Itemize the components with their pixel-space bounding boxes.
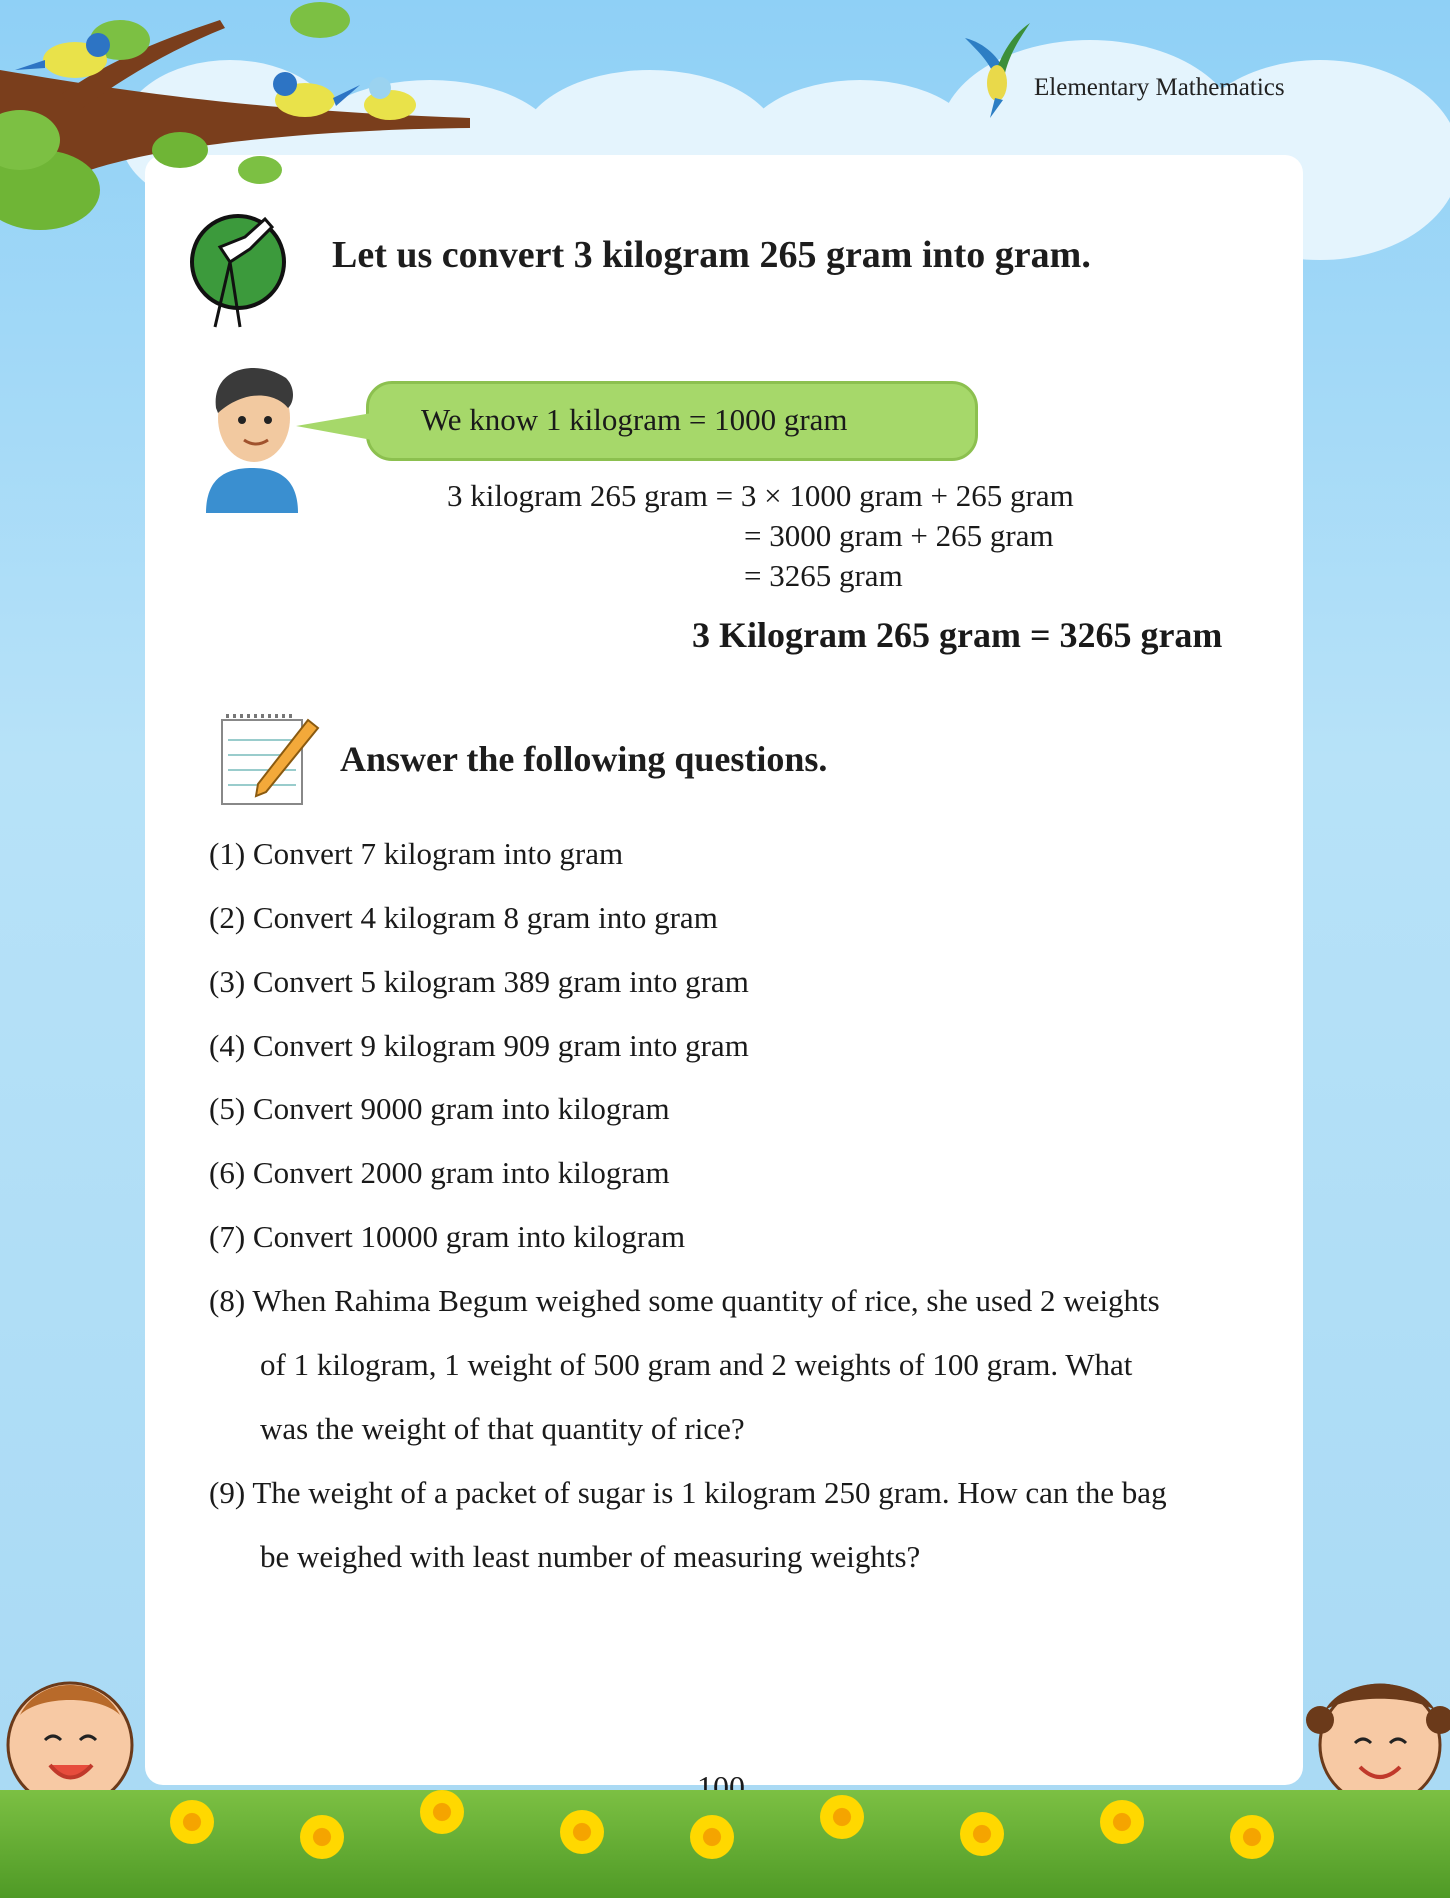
flower-icon [690,1815,734,1859]
flower-icon [560,1810,604,1854]
speech-bubble-text: We know 1 kilogram = 1000 gram [421,402,848,437]
flower-icon [960,1812,1004,1856]
flower-icon [820,1795,864,1839]
question-item-continued: of 1 kilogram, 1 weight of 500 gram and … [260,1347,1133,1382]
question-item: (2) Convert 4 kilogram 8 gram into gram [209,900,718,935]
flower-icon [1100,1800,1144,1844]
question-item: (6) Convert 2000 gram into kilogram [209,1155,670,1190]
question-item: (7) Convert 10000 gram into kilogram [209,1219,686,1254]
question-item-continued: was the weight of that quantity of rice? [260,1411,745,1446]
notepad-pencil-icon [221,714,320,805]
flying-bird-icon [965,23,1030,118]
question-item: (8) When Rahima Begum weighed some quant… [209,1283,1160,1318]
speech-bubble-tail [296,413,372,440]
speech-bubble: We know 1 kilogram = 1000 gram [366,381,978,461]
question-item: (4) Convert 9 kilogram 909 gram into gra… [209,1028,749,1063]
book-title: Elementary Mathematics [1034,74,1285,101]
question-item: (3) Convert 5 kilogram 389 gram into gra… [209,964,749,999]
question-item: (9) The weight of a packet of sugar is 1… [209,1475,1167,1510]
section-title: Let us convert 3 kilogram 265 gram into … [332,234,1091,276]
bird-icon [273,72,360,117]
flower-icon [300,1815,344,1859]
calc-line-2: = 3000 gram + 265 gram [744,518,1054,553]
compass-hand-icon [190,214,286,328]
bird-icon [364,77,416,120]
calc-line-3: = 3265 gram [744,558,903,593]
question-item: (5) Convert 9000 gram into kilogram [209,1091,670,1126]
section-title: Answer the following questions. [340,739,828,779]
boy-illustration [206,368,298,513]
question-item: (1) Convert 7 kilogram into gram [209,836,624,871]
flower-icon [170,1800,214,1844]
bird-icon [15,33,110,78]
calc-line-1: 3 kilogram 265 gram = 3 × 1000 gram + 26… [447,478,1074,513]
flower-icon [1230,1815,1274,1859]
conversion-result: 3 Kilogram 265 gram = 3265 gram [692,615,1223,655]
flower-icon [420,1790,464,1834]
question-item-continued: be weighed with least number of measurin… [260,1539,921,1574]
